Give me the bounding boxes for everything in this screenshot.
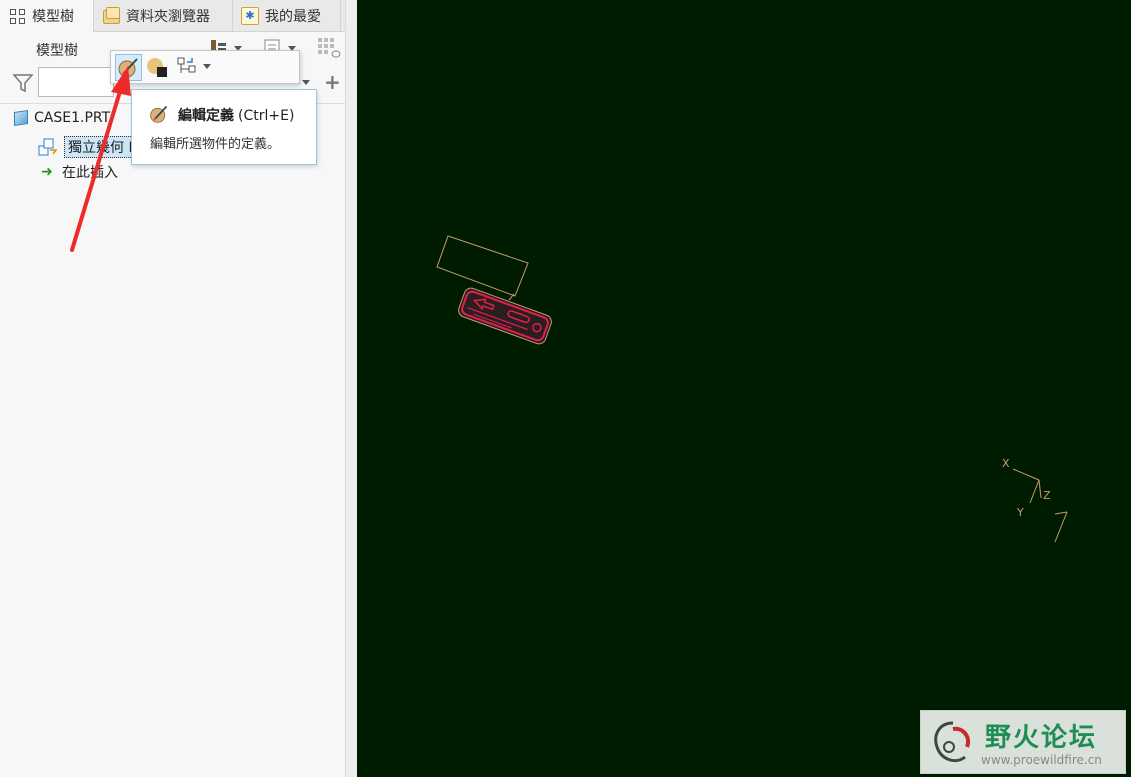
tab-label: 資料夾瀏覽器 <box>126 8 210 25</box>
tab-model-tree[interactable]: 模型樹 <box>0 0 94 32</box>
mini-toolbar <box>110 50 300 84</box>
appearance-button[interactable] <box>145 54 172 81</box>
filter-icon[interactable] <box>12 72 34 94</box>
part-icon <box>14 110 28 126</box>
parent-child-icon <box>177 57 211 73</box>
csys-y-label: Y <box>1016 506 1024 519</box>
tab-favorites[interactable]: ✱ 我的最愛 <box>233 0 341 31</box>
insert-here-label: 在此插入 <box>62 165 118 181</box>
forum-logo-icon <box>934 721 970 763</box>
show-hide-tools[interactable] <box>316 36 342 60</box>
panel-title: 模型樹 <box>36 43 78 59</box>
tooltip-description: 編輯所選物件的定義。 <box>150 137 281 152</box>
independent-geometry-icon <box>38 138 58 156</box>
csys-z-label: Z <box>1043 489 1051 502</box>
csys-x-label: X <box>1002 457 1010 470</box>
grid-visibility-icon[interactable] <box>316 36 342 60</box>
watermark-url: www.proewildfire.cn <box>981 753 1102 767</box>
chevron-down-icon[interactable] <box>302 80 310 85</box>
tab-label: 我的最愛 <box>265 8 321 25</box>
edit-definition-button[interactable] <box>115 54 142 81</box>
arrow-right-icon: ➜ <box>41 164 53 180</box>
select-parent-button[interactable] <box>175 54 215 81</box>
tooltip-title-text: 編輯定義 <box>178 108 234 124</box>
viewport-canvas[interactable]: X Y Z <box>357 0 1131 777</box>
tree-insert-here[interactable]: ➜ 在此插入 <box>38 162 118 182</box>
model-tree-icon <box>8 7 26 25</box>
watermark-title: 野火论坛 <box>985 723 1098 753</box>
tree-search-input[interactable] <box>38 67 114 97</box>
appearance-icon <box>147 58 167 77</box>
edit-definition-tooltip: 編輯定義 (Ctrl+E) 編輯所選物件的定義。 <box>131 89 317 165</box>
tree-feature-label: 獨立幾何 I <box>64 136 137 158</box>
tree-feature-item[interactable]: 獨立幾何 I <box>38 136 137 158</box>
forum-watermark: 野火论坛 www.proewildfire.cn <box>920 710 1126 774</box>
tooltip-title: 編輯定義 (Ctrl+E) <box>178 105 294 125</box>
tree-root-label: CASE1.PRT <box>34 110 111 126</box>
panel-tabbar: 模型樹 資料夾瀏覽器 ✱ 我的最愛 <box>0 0 356 32</box>
selected-part[interactable] <box>457 286 554 346</box>
tooltip-shortcut: (Ctrl+E) <box>238 108 295 124</box>
graphics-viewport[interactable]: X Y Z <box>357 0 1131 777</box>
tab-folder-browser[interactable]: 資料夾瀏覽器 <box>94 0 233 31</box>
datum-plane[interactable] <box>436 235 529 297</box>
edit-definition-icon <box>150 105 168 123</box>
panel-scrollbar[interactable] <box>345 0 357 777</box>
tree-root-item[interactable]: CASE1.PRT <box>14 110 110 126</box>
edit-definition-icon <box>118 58 138 78</box>
folder-icon <box>102 6 120 25</box>
tab-label: 模型樹 <box>32 9 74 25</box>
favorites-icon: ✱ <box>241 6 259 25</box>
add-button[interactable]: + <box>324 70 341 94</box>
